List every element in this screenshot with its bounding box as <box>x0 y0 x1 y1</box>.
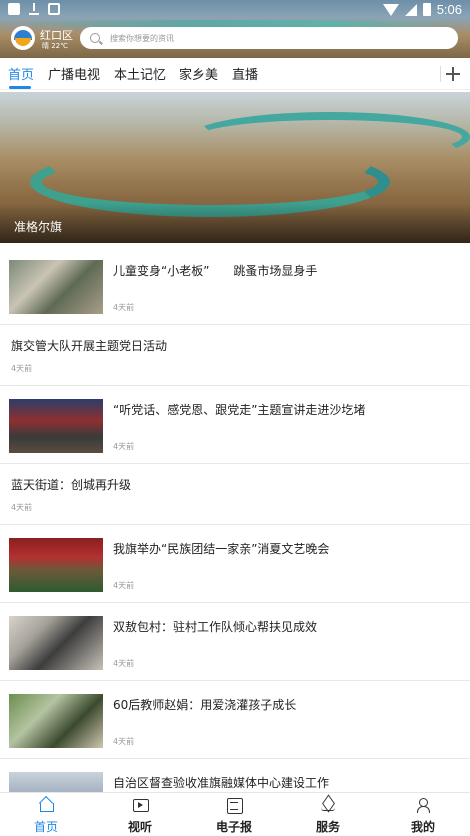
status-time: 5:06 <box>436 2 462 17</box>
newspaper-icon <box>226 798 243 814</box>
search-input[interactable]: 搜索你想要的资讯 <box>80 27 458 49</box>
weather-text: 晴 22℃ <box>42 42 68 50</box>
news-item[interactable]: 旗交管大队开展主题党日活动 4天前 <box>0 325 470 386</box>
news-time: 4天前 <box>113 303 135 312</box>
nav-label: 电子报 <box>215 820 252 834</box>
news-item[interactable]: 双敖包村：驻村工作队倾心帮扶见成效 4天前 <box>0 603 470 681</box>
tab-home[interactable]: 首页 <box>8 64 34 83</box>
nav-profile[interactable]: 我的 <box>383 793 463 836</box>
tab-broadcast-tv[interactable]: 广播电视 <box>48 64 100 83</box>
tab-divider <box>440 66 441 82</box>
battery-icon <box>422 3 431 16</box>
news-time: 4天前 <box>113 581 135 590</box>
news-title: 我旗举办“民族团结一家亲”消夏文艺晚会 <box>113 542 330 556</box>
top-header: 5:06 红口区 晴 22℃ 搜索你想要的资讯 <box>0 0 470 58</box>
banner-caption: 准格尔旗 <box>14 220 63 234</box>
news-time: 4天前 <box>11 503 33 512</box>
home-icon <box>38 798 54 812</box>
news-item[interactable]: 蓝天街道：创城再升级 4天前 <box>0 464 470 525</box>
news-thumbnail <box>9 260 103 314</box>
news-title: “听党话、感党恩、跟党走”主题宣讲走进沙圪堵 <box>113 403 366 417</box>
news-title: 儿童变身“小老板” 跳蚤市场显身手 <box>113 264 318 278</box>
news-item[interactable]: “听党话、感党恩、跟党走”主题宣讲走进沙圪堵 4天前 <box>0 386 470 464</box>
news-title: 60后教师赵娟：用爱浇灌孩子成长 <box>113 698 297 712</box>
nav-label: 服务 <box>315 820 340 834</box>
add-channel-icon[interactable] <box>446 67 460 81</box>
nav-label: 我的 <box>410 820 435 834</box>
video-icon <box>132 798 149 812</box>
news-time: 4天前 <box>11 364 33 373</box>
news-title: 双敖包村：驻村工作队倾心帮扶见成效 <box>113 620 318 634</box>
notification-icon <box>8 3 20 15</box>
news-time: 4天前 <box>113 659 135 668</box>
news-item[interactable]: 我旗举办“民族团结一家亲”消夏文艺晚会 4天前 <box>0 525 470 603</box>
nav-media[interactable]: 视听 <box>100 793 180 836</box>
status-bar: 5:06 <box>0 0 470 20</box>
news-time: 4天前 <box>113 442 135 451</box>
search-icon <box>90 33 100 43</box>
nav-services[interactable]: 服务 <box>288 793 368 836</box>
news-thumbnail <box>9 616 103 670</box>
user-icon <box>415 798 431 813</box>
wifi-icon <box>382 3 399 16</box>
search-placeholder: 搜索你想要的资讯 <box>110 33 174 43</box>
channel-tabs: 首页 广播电视 本土记忆 家乡美 直播 <box>0 58 470 90</box>
news-thumbnail <box>9 694 103 748</box>
signal-icon <box>404 3 417 16</box>
news-thumbnail <box>9 399 103 453</box>
banner-shade <box>0 203 470 243</box>
download-icon <box>28 3 40 15</box>
news-title: 蓝天街道：创城再升级 <box>11 478 132 492</box>
banner-carousel[interactable]: 准格尔旗 <box>0 92 470 243</box>
nav-label: 首页 <box>33 820 58 834</box>
news-item[interactable]: 60后教师赵娟：用爱浇灌孩子成长 4天前 <box>0 681 470 759</box>
nav-home[interactable]: 首页 <box>6 793 86 836</box>
nav-label: 视听 <box>127 820 152 834</box>
image-notification-icon <box>48 3 60 15</box>
news-item[interactable]: 儿童变身“小老板” 跳蚤市场显身手 4天前 <box>0 243 470 325</box>
tab-active-indicator <box>9 86 31 89</box>
app-logo-icon[interactable] <box>11 26 35 50</box>
news-title: 自治区督查验收准旗融媒体中心建设工作 <box>113 776 330 790</box>
news-time: 4天前 <box>113 737 135 746</box>
news-thumbnail <box>9 538 103 592</box>
tab-hometown[interactable]: 家乡美 <box>179 64 218 83</box>
tab-live[interactable]: 直播 <box>232 64 258 83</box>
news-title: 旗交管大队开展主题党日活动 <box>11 339 168 353</box>
bottom-nav: 首页 视听 电子报 服务 我的 <box>0 792 470 836</box>
layers-icon <box>320 798 336 812</box>
nav-epaper[interactable]: 电子报 <box>194 793 274 836</box>
tab-local-memory[interactable]: 本土记忆 <box>114 64 166 83</box>
